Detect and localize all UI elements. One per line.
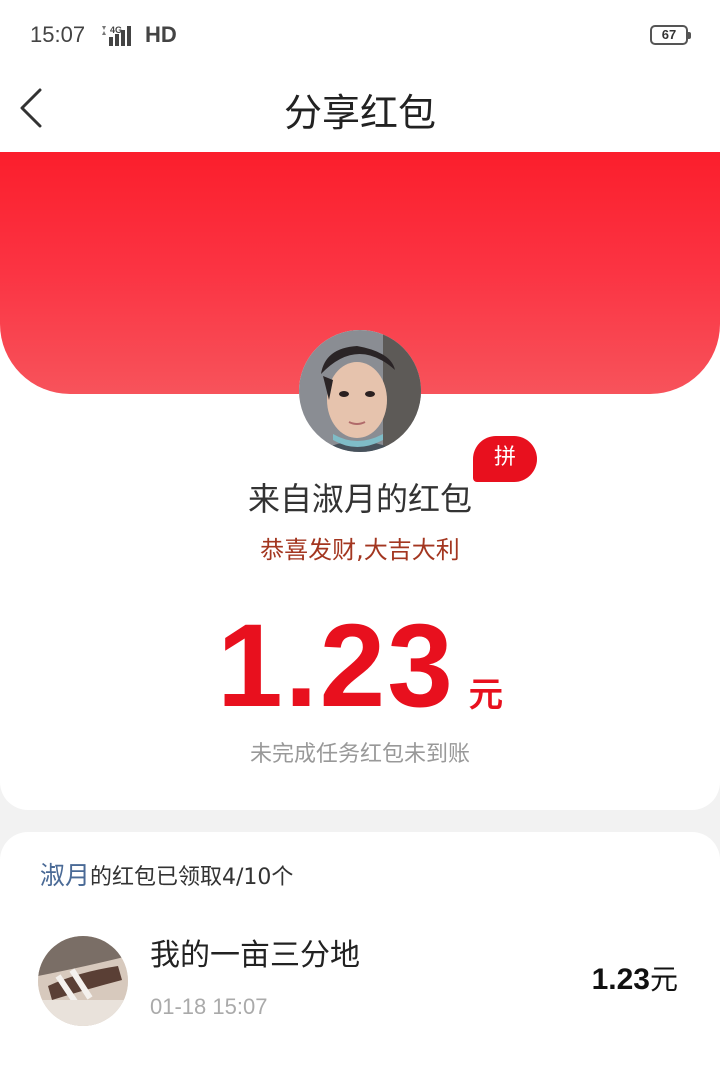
signal-icon: 4G — [102, 25, 131, 46]
group-badge: 拼 — [473, 436, 537, 482]
status-note: 未完成任务红包未到账 — [249, 742, 470, 767]
claimer-avatar-image — [38, 936, 128, 1026]
amount-value: 1.23 — [217, 600, 455, 732]
claim-summary: 淑月的红包已领取4/10个 — [40, 856, 293, 892]
page-title: 分享红包 — [283, 91, 436, 135]
claim-list: 淑月的红包已领取4/10个 我的一亩三分地 01-18 15:07 1.23元 — [0, 832, 720, 1072]
battery-level: 67 — [661, 27, 677, 42]
owner-name-link[interactable]: 淑月 — [40, 861, 90, 890]
amount-display: 1.23 元 — [0, 598, 720, 734]
claimer-name: 我的一亩三分地 — [150, 938, 360, 973]
status-bar: 15:07 4G HD 67 — [0, 0, 720, 72]
status-time: 15:07 — [30, 22, 86, 47]
claim-amount: 1.23元 — [592, 958, 678, 998]
greeting-text: 恭喜发财,大吉大利 — [260, 536, 460, 564]
nav-bar: 分享红包 — [0, 72, 720, 152]
battery-icon: 67 — [650, 25, 691, 45]
sender-avatar-image — [299, 330, 421, 452]
avatar — [38, 936, 128, 1026]
sender-title: 来自淑月的红包 — [247, 480, 472, 518]
sender-avatar — [299, 330, 421, 452]
network-type: 4G — [110, 25, 122, 35]
amount-unit: 元 — [468, 675, 503, 715]
list-item[interactable]: 我的一亩三分地 01-18 15:07 1.23元 — [0, 928, 720, 1038]
claim-summary-text: 的红包已领取4/10个 — [90, 865, 294, 890]
claim-amount-unit: 元 — [649, 963, 678, 996]
claim-time: 01-18 15:07 — [150, 994, 268, 1019]
claim-amount-value: 1.23 — [591, 963, 650, 996]
hd-indicator: HD — [145, 22, 177, 47]
